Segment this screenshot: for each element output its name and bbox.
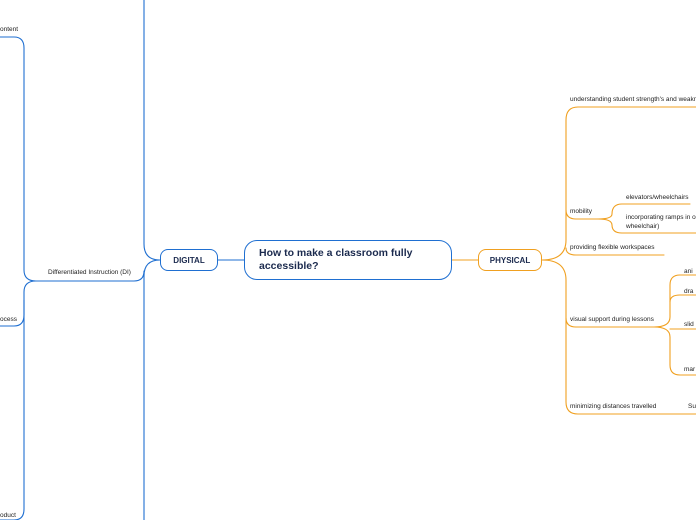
topic-visual-support-d[interactable]: mar [684,365,695,374]
topic-product[interactable]: oduct [0,511,16,520]
connector-visual-b [669,294,696,303]
topic-differentiated-instruction[interactable]: Differentiated Instruction (DI) [48,268,131,277]
topic-visual-support[interactable]: visual support during lessons [570,315,654,324]
topic-visual-support-c[interactable]: slid [684,320,694,329]
physical-branch-label: PHYSICAL [489,255,531,265]
topic-minimizing-distances-sub[interactable]: Su [688,402,696,411]
physical-branch[interactable]: PHYSICAL [478,249,542,271]
topic-process[interactable]: ocess [0,315,17,324]
topic-content[interactable]: ontent [0,25,18,34]
topic-incorporating-ramps[interactable]: incorporating ramps in or wheelchair) [626,213,696,231]
topic-flexible-workspaces[interactable]: providing flexible workspaces [570,243,655,252]
connector-di-trunk-up [0,36,37,282]
topic-visual-support-b[interactable]: dra [684,287,693,296]
connector-digital-trunk-low [143,259,161,520]
topic-elevators-wheelchairs[interactable]: elevators/wheelchairs [626,193,689,202]
topic-student-strengths[interactable]: understanding student strength's and wea… [570,95,696,104]
digital-branch-label: DIGITAL [173,255,205,265]
connector-physical-trunk [541,106,696,261]
central-topic-label: How to make a classroom fully accessible… [259,247,413,272]
topic-visual-support-a[interactable]: ani [684,267,693,276]
topic-mobility[interactable]: mobility [570,207,592,216]
topic-minimizing-distances[interactable]: minimizing distances travelled [570,402,656,411]
digital-branch[interactable]: DIGITAL [160,249,218,271]
connector-di-product [0,299,25,520]
central-topic[interactable]: How to make a classroom fully accessible… [244,240,452,280]
connector-digital-trunk [143,0,161,261]
connector-physical-trunk-low [541,259,661,415]
